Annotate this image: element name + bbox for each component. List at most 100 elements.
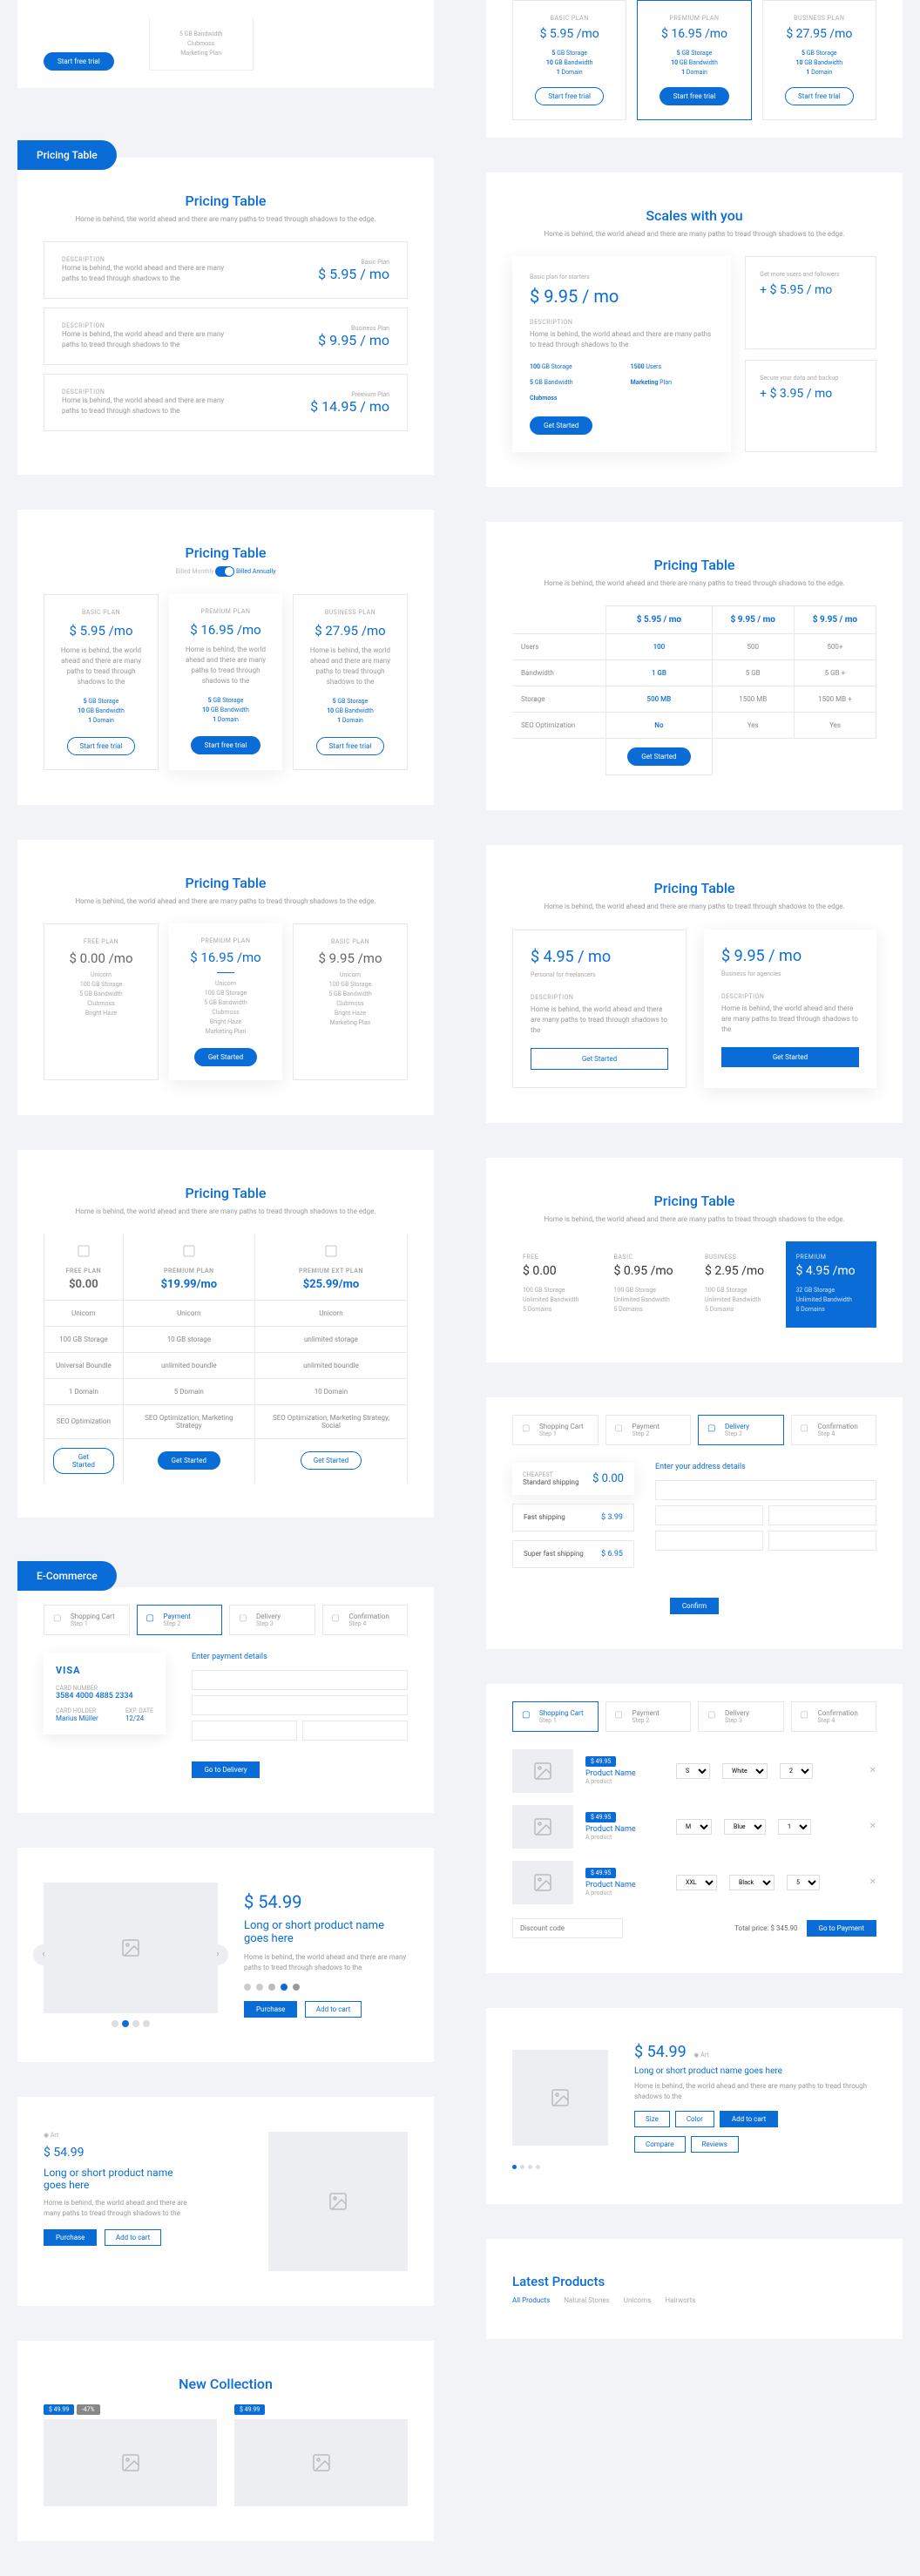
exp-input[interactable]: [192, 1721, 297, 1741]
start-trial-button[interactable]: Start free trial: [191, 736, 261, 754]
addr-input-2[interactable]: [655, 1505, 763, 1525]
addr-input-4[interactable]: [655, 1531, 763, 1551]
discount-input[interactable]: [512, 1918, 623, 1938]
addr-input-5[interactable]: [768, 1531, 876, 1551]
start-trial-button[interactable]: Start free trial: [660, 87, 730, 105]
go-delivery-button[interactable]: Go to Delivery: [192, 1761, 259, 1778]
get-started-button[interactable]: Get Started: [721, 1047, 859, 1067]
start-trial-button[interactable]: Start free trial: [535, 87, 604, 105]
checkout-step[interactable]: ▢PaymentStep 2: [605, 1415, 692, 1445]
prev-arrow[interactable]: ‹: [33, 1944, 54, 1965]
off-badge: -47%: [77, 2404, 100, 2415]
addon-label: Secure your data and backup: [760, 375, 862, 382]
get-started-button[interactable]: Get Started: [530, 416, 592, 435]
confirm-button[interactable]: Confirm: [670, 1598, 719, 1614]
get-started-button[interactable]: Get Started: [158, 1451, 220, 1470]
checkout-step[interactable]: ▢PaymentStep 2: [137, 1605, 223, 1635]
plan-card: BUSINESS$ 2.95 /mo100 GB StorageUnlimite…: [694, 1241, 786, 1328]
section-tag-pricing: Pricing Table: [17, 140, 117, 170]
qty-select[interactable]: 5: [787, 1875, 820, 1890]
cvv-input[interactable]: [302, 1721, 408, 1741]
size-select[interactable]: XXL: [676, 1875, 717, 1890]
size-select[interactable]: M: [676, 1819, 712, 1835]
get-started-button[interactable]: Get Started: [301, 1451, 362, 1470]
checkout-step[interactable]: ▢DeliveryStep 3: [698, 1415, 784, 1445]
shipping-option[interactable]: Fast shipping$ 3.99: [512, 1504, 634, 1531]
size-button[interactable]: Size: [634, 2111, 670, 2127]
product-image: [512, 2050, 608, 2146]
latest-products: Latest Products All ProductsNatural Ston…: [486, 2239, 903, 2339]
get-started-button[interactable]: Get Started: [627, 747, 690, 766]
start-trial-button[interactable]: Start free trial: [785, 87, 854, 105]
remove-button[interactable]: ✕: [869, 1822, 876, 1831]
cart-row: $ 49.95Product NameA productSWhite2✕: [512, 1749, 876, 1793]
price-badge: $ 49.99: [234, 2404, 265, 2415]
add-cart-button[interactable]: Add to cart: [720, 2111, 778, 2127]
card-number-label: CARD NUMBER: [56, 1685, 153, 1692]
addr-input-3[interactable]: [768, 1505, 876, 1525]
product-image: [44, 2419, 217, 2506]
plan-row: DESCRIPTIONHome is behind, the world ahe…: [44, 241, 408, 299]
get-started-button[interactable]: Get Started: [194, 1048, 257, 1066]
get-started-button[interactable]: Get Started: [53, 1448, 114, 1474]
purchase-button[interactable]: Purchase: [244, 2001, 297, 2018]
checkout-step[interactable]: ▢DeliveryStep 3: [229, 1605, 315, 1635]
pricing-2cards: Pricing Table Home is behind, the world …: [486, 845, 903, 1122]
compare-button[interactable]: Compare: [634, 2136, 686, 2153]
get-started-button[interactable]: Get Started: [531, 1048, 668, 1070]
pricing-table: $ 5.95 / mo$ 9.95 / mo$ 9.95 / moUsers10…: [512, 605, 876, 775]
reviews-button[interactable]: Reviews: [691, 2136, 739, 2153]
product-tab[interactable]: Hairworts: [665, 2296, 695, 2304]
shipping-option[interactable]: Super fast shipping$ 6.95: [512, 1540, 634, 1568]
checkout-step[interactable]: ▢ConfirmationStep 4: [791, 1701, 877, 1732]
desc-label: DESCRIPTION: [530, 319, 714, 326]
card-holder-input[interactable]: [192, 1695, 408, 1715]
remove-button[interactable]: ✕: [869, 1766, 876, 1775]
product-tab[interactable]: Unicorns: [624, 2296, 652, 2304]
product-tab[interactable]: All Products: [512, 2296, 550, 2304]
checkout-step[interactable]: ▢PaymentStep 2: [605, 1701, 692, 1732]
add-cart-button[interactable]: Add to cart: [105, 2229, 161, 2246]
next-arrow[interactable]: ›: [207, 1944, 228, 1965]
subtitle: Home is behind, the world ahead and ther…: [512, 229, 876, 239]
compare-table: FREE PLAN$0.00PREMIUM PLAN$19.99/moPREMI…: [44, 1234, 408, 1483]
pricing-rows-panel: Pricing Table Home is behind, the world …: [17, 158, 434, 475]
plan-card: FREE$ 0.00100 GB StorageUnlimited Bandwi…: [512, 1241, 604, 1328]
card-holder: Marius Müller: [56, 1714, 98, 1722]
checkout-step[interactable]: ▢ConfirmationStep 4: [791, 1415, 877, 1445]
color-select[interactable]: White: [722, 1763, 768, 1779]
remove-button[interactable]: ✕: [869, 1877, 876, 1887]
card-number-input[interactable]: [192, 1670, 408, 1690]
color-select[interactable]: Blue: [724, 1819, 766, 1835]
qty-select[interactable]: 2: [780, 1763, 813, 1779]
subtitle: Home is behind, the world ahead and ther…: [44, 214, 408, 224]
product-desc: Home is behind, the world ahead and ther…: [44, 2198, 200, 2219]
billing-toggle[interactable]: [215, 566, 234, 577]
subtitle: Home is behind, the world ahead and ther…: [44, 896, 408, 906]
start-trial-button[interactable]: Start free trial: [44, 52, 114, 71]
addon-label: Get more users and followers: [760, 271, 862, 278]
color-select[interactable]: Black: [729, 1875, 775, 1890]
addr-input-1[interactable]: [655, 1480, 876, 1500]
new-collection-panel: New Collection $ 49.99 -47% $ 49.99: [17, 2341, 434, 2541]
add-cart-button[interactable]: Add to cart: [305, 2001, 362, 2018]
start-trial-button[interactable]: Start free trial: [316, 737, 385, 755]
checkout-step[interactable]: ▢ConfirmationStep 4: [322, 1605, 409, 1635]
addon-price: + $ 3.95 / mo: [760, 387, 862, 401]
product-category: ◉ Art: [44, 2132, 242, 2139]
card-number: 3584 4000 4885 2334: [56, 1692, 153, 1700]
checkout-step[interactable]: ▢Shopping CartStep 1: [512, 1701, 599, 1732]
checkout-step[interactable]: ▢Shopping CartStep 1: [44, 1605, 130, 1635]
size-select[interactable]: S: [676, 1763, 710, 1779]
start-trial-button[interactable]: Start free trial: [67, 737, 136, 755]
qty-select[interactable]: 1: [778, 1819, 811, 1835]
go-payment-button[interactable]: Go to Payment: [807, 1920, 876, 1937]
pricing-toggle-panel: Pricing Table Billed Monthly Billed Annu…: [17, 510, 434, 805]
checkout-step[interactable]: ▢DeliveryStep 3: [698, 1701, 784, 1732]
plan-card: BASIC$ 0.95 /mo100 GB StorageUnlimited B…: [604, 1241, 695, 1328]
purchase-button[interactable]: Purchase: [44, 2229, 97, 2246]
product-tab[interactable]: Natural Stones: [564, 2296, 610, 2304]
color-button[interactable]: Color: [675, 2111, 714, 2127]
checkout-step[interactable]: ▢Shopping CartStep 1: [512, 1415, 599, 1445]
shipping-option[interactable]: CHEAPESTStandard shipping$ 0.00: [512, 1463, 634, 1495]
